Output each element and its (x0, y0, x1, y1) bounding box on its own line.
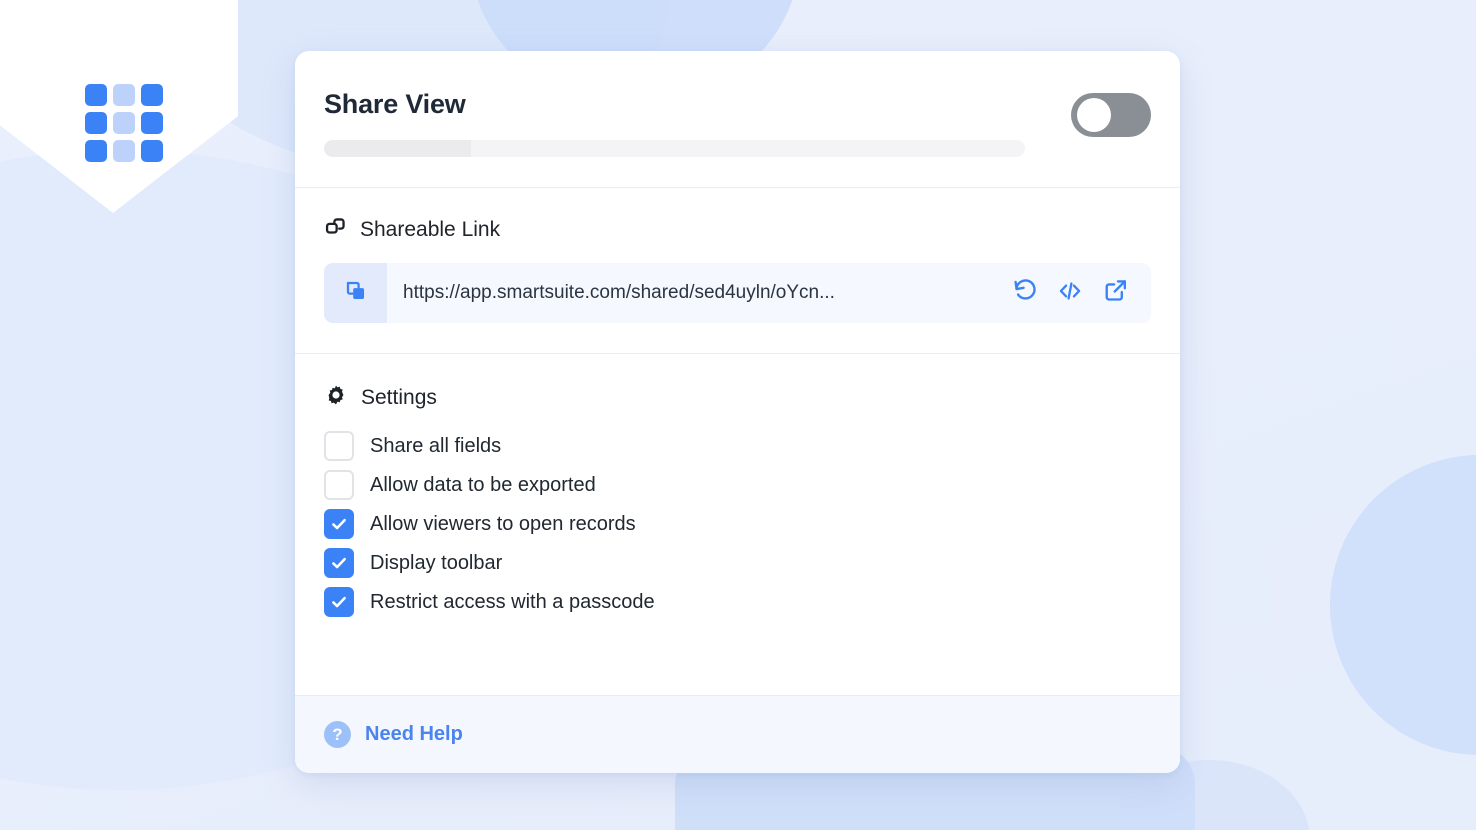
logo-cell (113, 112, 135, 134)
logo-cell (85, 84, 107, 106)
allow-export-checkbox[interactable]: Allow data to be exported (324, 470, 1151, 501)
external-link-icon (1102, 277, 1129, 309)
shareable-link-url[interactable]: https://app.smartsuite.com/shared/sed4uy… (387, 263, 1010, 323)
section-title: Shareable Link (360, 218, 501, 242)
settings-section: Settings Share all fields Allow data to … (295, 354, 1180, 695)
share-view-toggle[interactable] (1071, 93, 1151, 137)
settings-heading: Settings (324, 383, 1151, 412)
check-icon (332, 518, 346, 530)
copy-link-button[interactable] (324, 263, 387, 324)
code-icon (1056, 277, 1084, 310)
checkbox-box (324, 509, 354, 540)
restrict-passcode-checkbox[interactable]: Restrict access with a passcode (324, 587, 1151, 618)
copy-icon (324, 216, 347, 244)
checkbox-label: Restrict access with a passcode (370, 590, 655, 613)
gear-icon (324, 383, 348, 412)
shareable-link-heading: Shareable Link (324, 216, 1151, 244)
section-title: Settings (361, 385, 437, 409)
regenerate-link-button[interactable] (1010, 278, 1040, 308)
dialog-header: Share View (295, 51, 1180, 189)
background-blob-right (1330, 455, 1476, 755)
checkbox-box (324, 548, 354, 579)
checkbox-box (324, 470, 354, 501)
checkbox-label: Allow viewers to open records (370, 512, 636, 535)
dialog-footer: ? Need Help (295, 695, 1180, 773)
embed-code-button[interactable] (1055, 278, 1085, 308)
logo-cell (85, 140, 107, 162)
checkbox-label: Allow data to be exported (370, 473, 596, 496)
check-icon (332, 557, 346, 569)
question-mark-icon: ? (324, 721, 351, 748)
grid-logo (85, 84, 163, 162)
share-all-fields-checkbox[interactable]: Share all fields (324, 431, 1151, 462)
need-help-link[interactable]: Need Help (365, 723, 463, 746)
logo-cell (141, 140, 163, 162)
logo-cell (85, 112, 107, 134)
open-link-button[interactable] (1100, 278, 1130, 308)
logo-cell (141, 112, 163, 134)
logo-cell (113, 140, 135, 162)
checkbox-box (324, 431, 354, 462)
checkbox-box (324, 587, 354, 618)
toggle-knob (1077, 98, 1111, 132)
link-action-buttons (1010, 263, 1151, 323)
checkbox-label: Share all fields (370, 434, 502, 457)
settings-options-list: Share all fields Allow data to be export… (324, 431, 1151, 618)
display-toolbar-checkbox[interactable]: Display toolbar (324, 548, 1151, 579)
check-icon (332, 596, 346, 608)
logo-cell (141, 84, 163, 106)
logo-cell (113, 84, 135, 106)
allow-open-records-checkbox[interactable]: Allow viewers to open records (324, 509, 1151, 540)
share-view-dialog: Share View Shareable Link https://app.sm… (295, 51, 1180, 773)
loading-skeleton-bar (324, 140, 1025, 158)
shareable-link-row: https://app.smartsuite.com/shared/sed4uy… (324, 263, 1151, 324)
page-title: Share View (324, 89, 466, 119)
checkbox-label: Display toolbar (370, 551, 503, 574)
copy-icon (343, 278, 369, 309)
shareable-link-section: Shareable Link https://app.smartsuite.co… (295, 188, 1180, 355)
refresh-icon (1012, 277, 1039, 309)
